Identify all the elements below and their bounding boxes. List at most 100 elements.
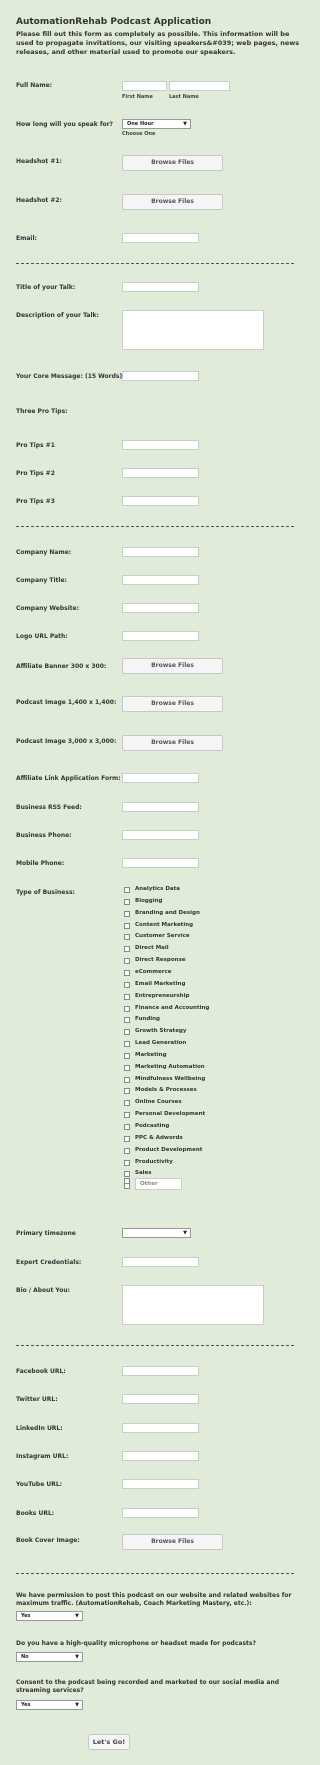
speak-duration-sublabel: Choose One [122,131,156,137]
checkbox-business-type[interactable] [124,1053,130,1059]
checkbox-business-type[interactable] [124,1112,130,1118]
headshot2-browse-button[interactable]: Browse Files [122,194,223,210]
pro-tip1-input[interactable] [122,440,199,450]
checkbox-business-type-label: Lead Generation [135,1040,187,1046]
core-message-input[interactable] [122,371,199,381]
last-name-input[interactable] [169,81,230,91]
checkbox-business-type[interactable] [124,911,130,917]
speak-duration-select[interactable]: One Hour ▼ [122,119,191,129]
company-title-label: Company Title: [16,577,67,584]
timezone-select[interactable]: ▼ [122,1228,191,1238]
company-name-input[interactable] [122,547,199,557]
linkedin-url-label: LinkedIn URL: [16,1425,63,1432]
podcast-3000-browse-button[interactable]: Browse Files [122,735,223,751]
checkbox-business-type-label: Product Development [135,1147,203,1153]
talk-description-textarea[interactable] [122,310,264,350]
logo-url-input[interactable] [122,631,199,641]
email-label: Email: [16,235,37,242]
podcast-1400-label: Podcast Image 1,400 x 1,400: [16,699,117,706]
checkbox-business-type-label: Productivity [135,1159,173,1165]
consent-value: Yes [21,1702,31,1708]
checkbox-business-type-label: Branding and Design [135,910,200,916]
instagram-url-input[interactable] [122,1451,199,1461]
application-form: AutomationRehab Podcast Application Plea… [0,0,310,1765]
checkbox-business-type[interactable] [124,1077,130,1083]
core-message-label: Your Core Message: (15 Words) [16,373,123,380]
speak-duration-value: One Hour [127,121,154,127]
checkbox-business-type[interactable] [124,958,130,964]
checkbox-business-type-label: Entrepreneurship [135,993,190,999]
youtube-url-input[interactable] [122,1479,199,1489]
section-divider [16,1573,294,1574]
checkbox-business-type[interactable] [124,1065,130,1071]
twitter-url-input[interactable] [122,1394,199,1404]
first-name-input[interactable] [122,81,167,91]
bio-textarea[interactable] [122,1285,264,1325]
section-divider [16,1345,294,1346]
checkbox-business-type[interactable] [124,923,130,929]
checkbox-business-type[interactable] [124,970,130,976]
permission-question: We have permission to post this podcast … [16,1592,292,1607]
checkbox-business-type[interactable] [124,1136,130,1142]
consent-select[interactable]: Yes ▼ [16,1700,83,1710]
credentials-input[interactable] [122,1257,199,1267]
mobile-phone-input[interactable] [122,858,199,868]
checkbox-business-type[interactable] [124,1171,130,1177]
books-url-label: Books URL: [16,1510,55,1517]
checkbox-business-type[interactable] [124,887,130,893]
checkbox-other[interactable] [124,1178,130,1184]
company-website-label: Company Website: [16,605,80,612]
checkbox-business-type[interactable] [124,1029,130,1035]
three-tips-heading: Three Pro Tips: [16,408,68,415]
credentials-label: Expert Credentials: [16,1259,82,1266]
checkbox-business-type[interactable] [124,899,130,905]
other-business-input[interactable]: Other [135,1178,182,1190]
section-divider [16,526,294,527]
rss-feed-input[interactable] [122,802,199,812]
microphone-select[interactable]: No ▼ [16,1652,83,1662]
linkedin-url-input[interactable] [122,1423,199,1433]
talk-title-label: Title of your Talk: [16,284,76,291]
affiliate-banner-browse-button[interactable]: Browse Files [122,658,223,674]
checkbox-business-type-label: Content Marketing [135,922,194,928]
consent-question: Consent to the podcast being recorded an… [16,1679,280,1694]
checkbox-business-type[interactable] [124,982,130,988]
checkbox-business-type-label: Customer Service [135,933,190,939]
checkbox-business-type[interactable] [124,1124,130,1130]
pro-tip2-input[interactable] [122,468,199,478]
speak-duration-label: How long will you speak for? [16,121,114,128]
headshot2-label: Headshot #2: [16,197,62,204]
checkbox-business-type[interactable] [124,1017,130,1023]
pro-tip3-input[interactable] [122,496,199,506]
checkbox-business-type[interactable] [124,1041,130,1047]
talk-title-input[interactable] [122,282,199,292]
books-url-input[interactable] [122,1508,199,1518]
podcast-1400-browse-button[interactable]: Browse Files [122,696,223,712]
permission-select[interactable]: Yes ▼ [16,1611,83,1621]
checkbox-business-type-label: Sales [135,1170,152,1176]
facebook-url-input[interactable] [122,1366,199,1376]
checkbox-business-type[interactable] [124,1148,130,1154]
form-title: AutomationRehab Podcast Application [16,17,212,27]
company-title-input[interactable] [122,575,199,585]
checkbox-business-type-label: Blogging [135,898,163,904]
checkbox-business-type-label: Direct Mail [135,945,169,951]
checkbox-business-type-label: PPC & Adwords [135,1135,183,1141]
checkbox-business-type[interactable] [124,946,130,952]
headshot1-browse-button[interactable]: Browse Files [122,155,223,171]
checkbox-business-type[interactable] [124,1160,130,1166]
first-name-sublabel: First Name [122,94,153,100]
submit-button[interactable]: Let's Go! [88,1734,130,1750]
headshot1-label: Headshot #1: [16,158,62,165]
email-input[interactable] [122,233,199,243]
checkbox-business-type[interactable] [124,1100,130,1106]
business-phone-input[interactable] [122,830,199,840]
company-website-input[interactable] [122,603,199,613]
book-cover-browse-button[interactable]: Browse Files [122,1534,223,1550]
affiliate-link-input[interactable] [122,773,199,783]
checkbox-business-type[interactable] [124,994,130,1000]
checkbox-business-type[interactable] [124,934,130,940]
checkbox-business-type[interactable] [124,1006,130,1012]
checkbox-business-type[interactable] [124,1088,130,1094]
checkbox-business-type-label: Mindfulness Wellbeing [135,1076,206,1082]
